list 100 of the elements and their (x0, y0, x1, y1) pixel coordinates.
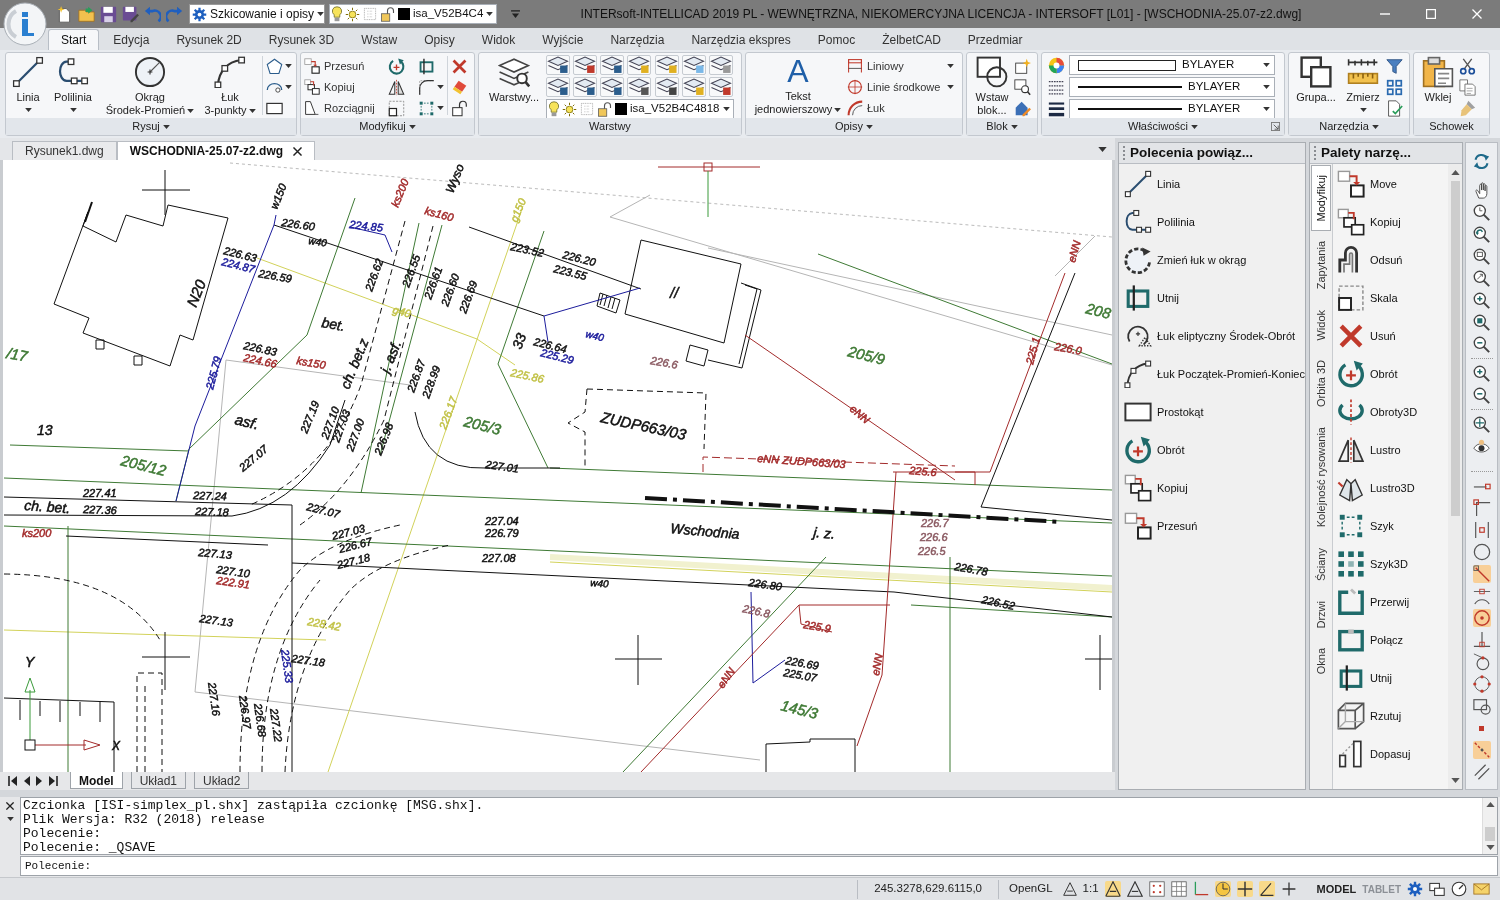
target-circle-icon[interactable] (1472, 609, 1491, 627)
padlock-icon[interactable] (451, 99, 468, 117)
ribbon-tab[interactable]: ŻelbetCAD (869, 29, 954, 50)
layer-stack-icon[interactable] (681, 77, 706, 97)
zoom-out-icon[interactable] (1473, 335, 1490, 353)
bracket-markers-icon[interactable] (1472, 521, 1491, 539)
folder-icon[interactable] (78, 5, 95, 23)
floppy-disk-pencil-icon[interactable] (122, 5, 139, 23)
ribbon-tab[interactable]: Opisy (411, 29, 468, 50)
settings-icon[interactable] (1407, 881, 1423, 897)
command-item[interactable]: Kopiuj (1119, 469, 1305, 507)
dot-grid-square-icon[interactable] (1148, 881, 1165, 897)
annotation-triangle-icon[interactable] (1126, 881, 1143, 897)
arc-line-icon[interactable] (1472, 587, 1491, 605)
ribbon-button[interactable]: Zmierz (1340, 53, 1386, 116)
scrollbar-thumb[interactable] (1450, 181, 1460, 516)
ribbon-tab[interactable]: Narzędzia ekspres (678, 29, 804, 50)
maximize-icon[interactable] (1426, 9, 1436, 19)
layer-stack-icon[interactable] (546, 55, 570, 75)
ribbon-button[interactable]: Polilinia (47, 53, 99, 116)
magnifier-window-icon[interactable] (1473, 247, 1490, 265)
palette-tab[interactable]: Okna (1311, 638, 1331, 685)
property-dropdown[interactable]: BYLAYER (1069, 77, 1275, 97)
ribbon-button[interactable]: Wklej (1417, 53, 1459, 116)
palette-item[interactable]: Dopasuj (1333, 735, 1448, 773)
frame-magnifier-icon[interactable] (1014, 78, 1031, 96)
command-item[interactable]: Polilinia (1119, 203, 1305, 241)
palette-item[interactable]: Skala (1333, 279, 1448, 317)
command-item[interactable]: Łuk eliptyczny Środek-Obrót (1119, 317, 1305, 355)
palette-item[interactable]: Odsuń (1333, 241, 1448, 279)
scroll-up-icon[interactable] (1485, 802, 1495, 807)
right-angle-lines-icon[interactable] (1192, 881, 1209, 897)
palette-item[interactable]: Lustro3D (1333, 469, 1448, 507)
frame-cut-icon[interactable] (418, 57, 435, 75)
ribbon-button[interactable]: Wstaw blok... (970, 53, 1014, 116)
rounded-corner-icon[interactable] (418, 78, 435, 96)
layer-stack-icon[interactable] (708, 77, 733, 97)
ribbon-tab[interactable]: Rysunek 2D (163, 29, 255, 50)
hand-icon[interactable] (1473, 181, 1490, 199)
mirror-triangles-icon[interactable] (388, 78, 405, 96)
ribbon-tab[interactable]: Narzędzia (597, 29, 678, 50)
palette-tab[interactable]: Modyfikuj (1311, 165, 1331, 232)
zoom-in-icon[interactable] (1473, 291, 1490, 309)
palette-tab[interactable]: Zapytania (1311, 231, 1331, 300)
command-item[interactable]: Utnij (1119, 279, 1305, 317)
sparkle-frame-icon[interactable] (1014, 57, 1031, 75)
plus-icon[interactable] (1280, 881, 1297, 897)
ribbon-button[interactable]: Okrąg Środek-Promień (99, 53, 201, 116)
corner-line-icon[interactable] (1472, 499, 1491, 517)
caret-icon[interactable] (6, 817, 14, 821)
ribbon-button[interactable]: A Tekst jednowierszowy (749, 53, 847, 116)
workspace-dropdown[interactable]: Szkicowanie i opisy (189, 4, 325, 24)
circle-outline-icon[interactable] (1472, 543, 1491, 561)
command-item[interactable]: Prostokąt (1119, 393, 1305, 431)
dashed-diagonal-icon[interactable] (1472, 741, 1491, 759)
four-squares-icon[interactable] (1386, 78, 1403, 96)
magnifier-clock-icon[interactable] (1473, 203, 1490, 221)
command-item[interactable]: Obrót (1119, 431, 1305, 469)
annotation-scale-button[interactable]: 1:1 (1082, 880, 1099, 898)
zoom-out-icon[interactable] (1473, 386, 1490, 404)
palette-item[interactable]: Kopiuj (1333, 203, 1448, 241)
ribbon-button[interactable]: Linia (9, 53, 47, 116)
document-tab[interactable]: Rysunek1.dwg (12, 141, 117, 160)
ribbon-tab[interactable]: Wyjście (529, 29, 597, 50)
first-page-icon[interactable] (8, 775, 18, 786)
previous-icon[interactable] (24, 775, 30, 786)
ribbon-button[interactable]: Łuk (847, 98, 957, 118)
command-item[interactable]: Linia (1119, 165, 1305, 203)
ribbon-tab[interactable]: Start (48, 29, 100, 50)
command-item[interactable]: Zmień łuk w okrąg (1119, 241, 1305, 279)
ribbon-tab[interactable]: Wstaw (348, 29, 411, 50)
palette-tab[interactable]: Kolejność rysowania (1311, 417, 1331, 538)
ribbon-tab[interactable]: Rysunek 3D (255, 29, 348, 50)
layer-stack-icon[interactable] (627, 77, 652, 97)
dashed-squares-icon[interactable] (388, 99, 405, 117)
magnifier-icon[interactable] (1473, 269, 1490, 287)
ribbon-tab[interactable]: Edycja (100, 29, 163, 50)
ribbon-button[interactable]: Łuk 3-punkty (201, 53, 259, 116)
circular-arrows-icon[interactable] (1473, 152, 1490, 170)
eye-icon[interactable] (1473, 437, 1490, 455)
layer-stack-icon[interactable] (600, 77, 625, 97)
diagonal-line-icon[interactable] (1472, 565, 1491, 583)
layer-stack-icon[interactable] (573, 55, 598, 75)
ribbon-tab[interactable]: Przedmiar (954, 29, 1036, 50)
magnifier-arrows-icon[interactable] (1473, 415, 1490, 433)
grid-icon[interactable] (1170, 881, 1187, 897)
palette-item[interactable]: Szyk (1333, 507, 1448, 545)
renderer-button[interactable]: OpenGL (1005, 880, 1057, 898)
palette-item[interactable]: Połącz (1333, 621, 1448, 659)
circle-points-icon[interactable] (1472, 675, 1491, 693)
layer-stack-icon[interactable] (708, 55, 733, 75)
layer-stack-icon[interactable] (681, 55, 706, 75)
layer-stack-icon[interactable] (573, 77, 598, 97)
annotation-triangle-icon[interactable] (1062, 882, 1077, 896)
command-input[interactable]: Polecenie: (20, 856, 1498, 876)
toolbar-options-icon[interactable] (511, 10, 520, 18)
parallel-lines-icon[interactable] (1472, 763, 1491, 781)
ribbon-tab[interactable]: Widok (468, 29, 529, 50)
square-circle-icon[interactable] (1472, 697, 1491, 715)
palette-item[interactable]: Obrót (1333, 355, 1448, 393)
